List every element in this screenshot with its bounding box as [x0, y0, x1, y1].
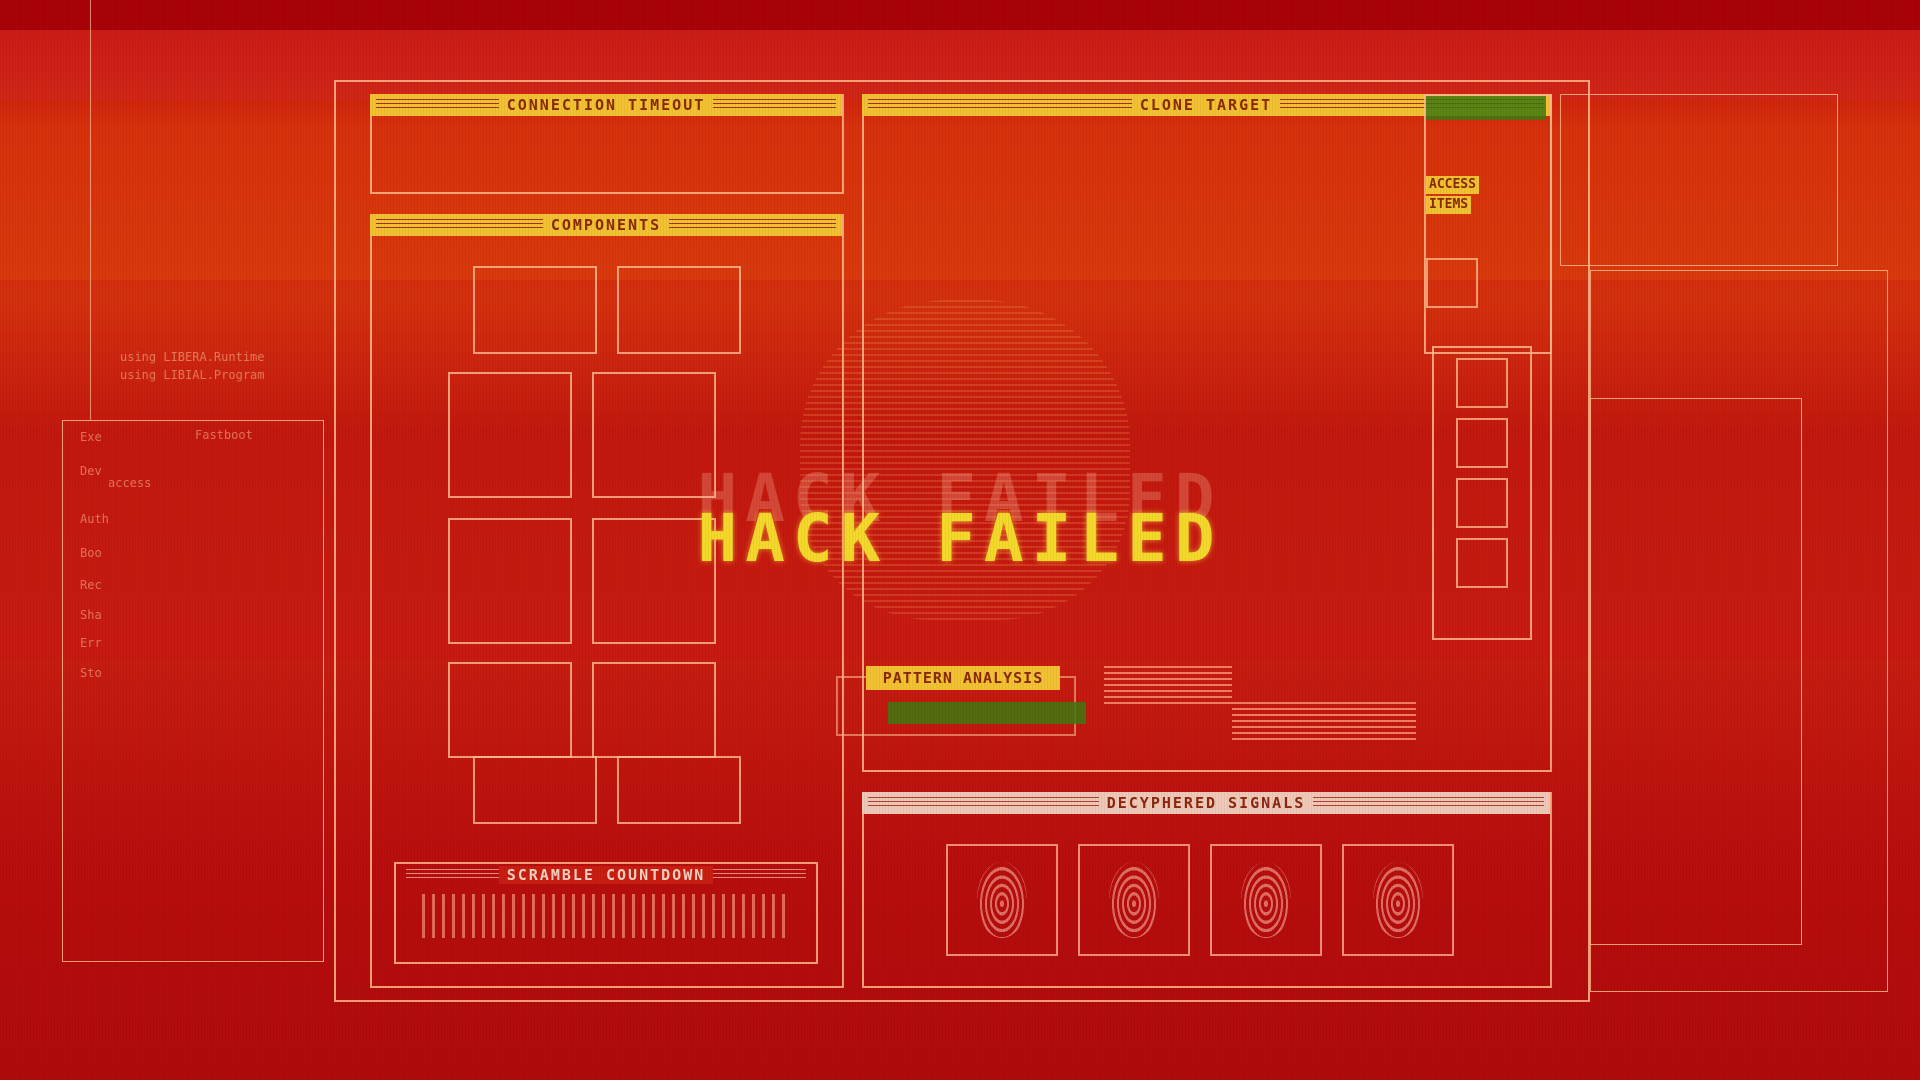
fastboot-label: Fastboot [195, 428, 253, 442]
hack-failed-title: HACK FAILED [697, 500, 1223, 577]
left-label-6: Err [80, 636, 102, 650]
component-slot[interactable] [473, 756, 597, 824]
component-slot[interactable] [473, 266, 597, 354]
fingerprint-icon [1373, 862, 1423, 938]
scramble-countdown-label: SCRAMBLE COUNTDOWN [498, 866, 714, 884]
connection-timeout-header: CONNECTION TIMEOUT [370, 94, 842, 116]
components-label: COMPONENTS [542, 216, 670, 234]
top-band [0, 0, 1920, 30]
code-line-1: using LIBERA.Runtime [120, 350, 265, 364]
scramble-countdown-header: SCRAMBLE COUNTDOWN [400, 864, 812, 886]
decyphered-signals-header: DECYPHERED SIGNALS [862, 792, 1550, 814]
clone-target-label: CLONE TARGET [1131, 96, 1281, 114]
component-slot[interactable] [448, 662, 572, 758]
left-label-4: Rec [80, 578, 102, 592]
components-header: COMPONENTS [370, 214, 842, 236]
access-tag: ACCESS [1426, 176, 1479, 194]
side-slot[interactable] [1426, 258, 1478, 308]
fingerprint-slot[interactable] [946, 844, 1058, 956]
countdown-bars [422, 894, 792, 938]
side-slot[interactable] [1456, 358, 1508, 408]
decyphered-signals-label: DECYPHERED SIGNALS [1098, 794, 1314, 812]
fingerprint-icon [1241, 862, 1291, 938]
left-label-0: Exe [80, 430, 102, 444]
component-slot[interactable] [617, 266, 741, 354]
fingerprint-icon [977, 862, 1027, 938]
connection-timeout-label: CONNECTION TIMEOUT [498, 96, 714, 114]
items-tag: ITEMS [1426, 196, 1472, 214]
fingerprint-icon [1109, 862, 1159, 938]
access-green-bar [1426, 96, 1546, 120]
fingerprint-slot[interactable] [1078, 844, 1190, 956]
fingerprint-slot[interactable] [1342, 844, 1454, 956]
signal-stripes-2 [1232, 702, 1416, 740]
access-column [1424, 94, 1552, 354]
vertical-rule [90, 0, 91, 420]
left-label-5: Sha [80, 608, 102, 622]
component-slot[interactable] [617, 756, 741, 824]
pattern-analysis-badge: PATTERN ANALYSIS [866, 666, 1060, 690]
code-line-2: using LIBIAL.Program [120, 368, 265, 382]
pattern-progress-bar [888, 702, 1086, 724]
signal-stripes [1104, 666, 1232, 706]
fingerprint-slot[interactable] [1210, 844, 1322, 956]
background-window-right-top [1560, 94, 1838, 266]
left-label-7: Sto [80, 666, 102, 680]
component-slot[interactable] [592, 662, 716, 758]
